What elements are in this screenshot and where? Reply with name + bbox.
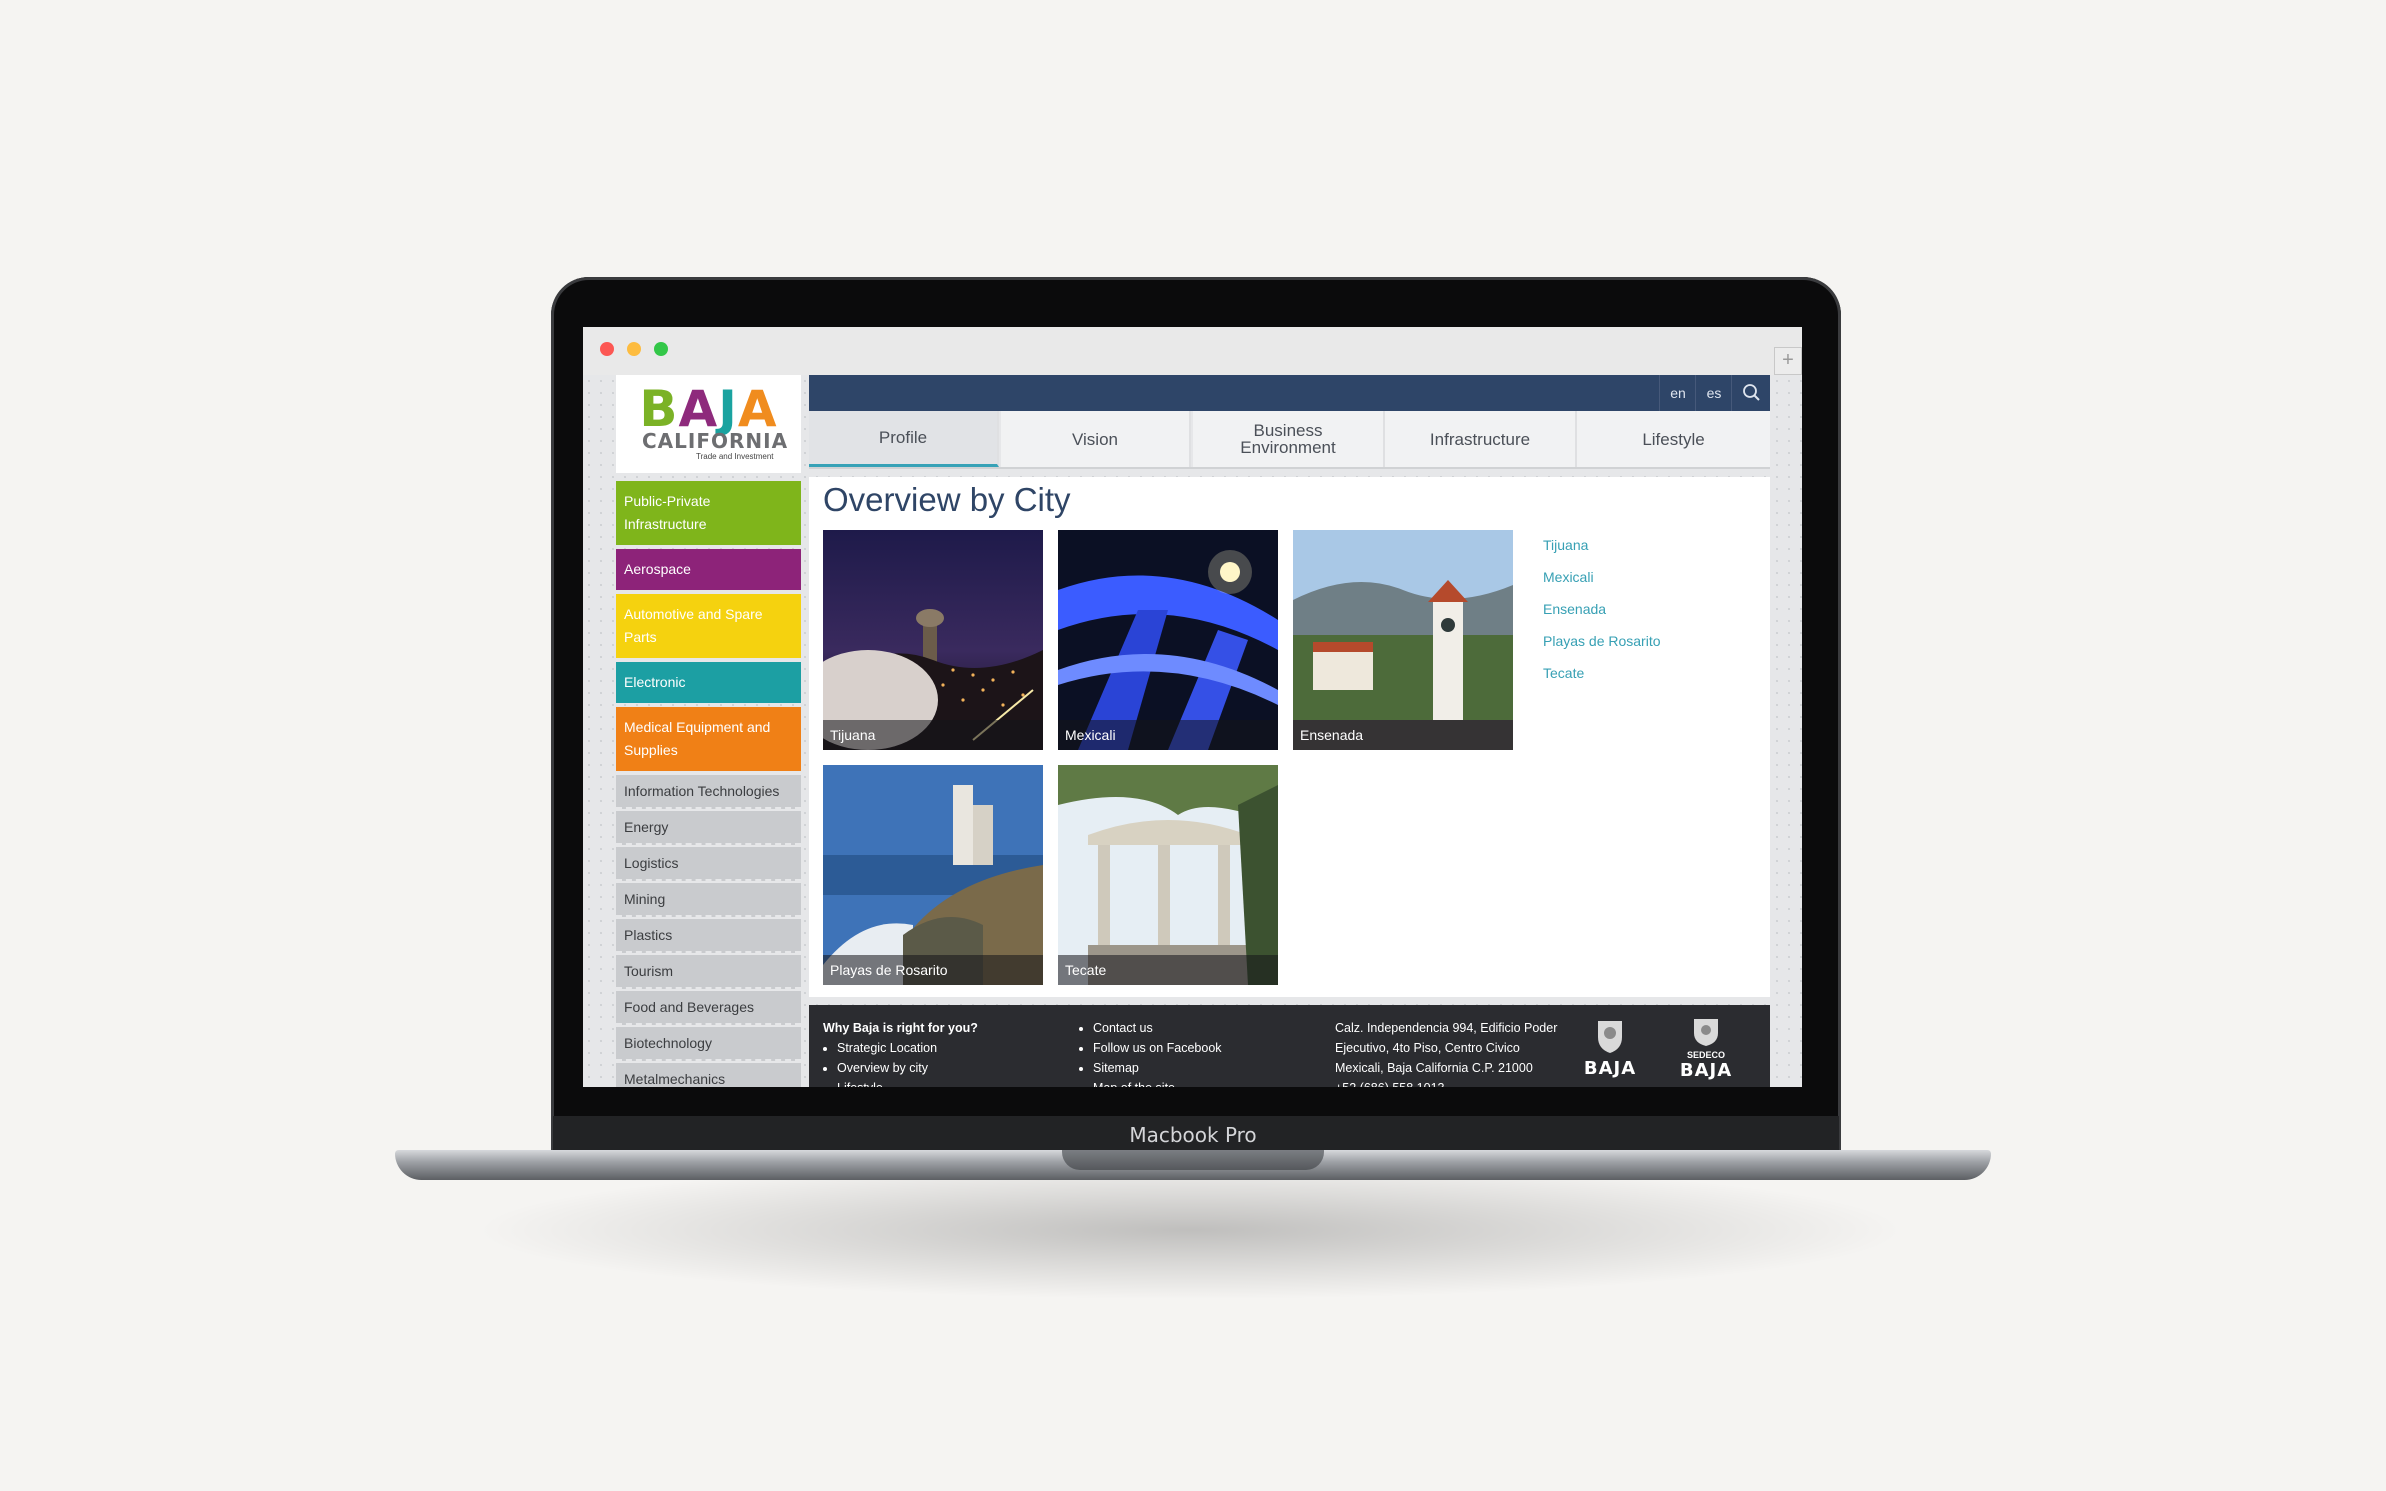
footer-address: Calz. Independencia 994, Edificio Poder … — [1335, 1018, 1575, 1087]
logo-tagline: Trade and Investment — [696, 452, 774, 461]
tijuana-photo — [823, 530, 1043, 750]
tile-caption: Tijuana — [823, 720, 1043, 750]
city-link-tecate[interactable]: Tecate — [1543, 657, 1661, 689]
city-link-ensenada[interactable]: Ensenada — [1543, 593, 1661, 625]
tab-lifestyle[interactable]: Lifestyle — [1577, 411, 1770, 467]
footer-why-baja: Why Baja is right for you? Strategic Loc… — [823, 1018, 978, 1087]
sector-sidebar: Public-Private Infrastructure Aerospace … — [616, 481, 801, 1087]
sedeco-emblem: SEDECO BAJA — [1671, 1017, 1741, 1081]
sidebar-item-information-technologies[interactable]: Information Technologies — [616, 775, 801, 809]
tile-caption: Tecate — [1058, 955, 1278, 985]
main-content: Overview by City Tijuana Mexicali Ensena… — [809, 477, 1770, 997]
logo-subtitle: CALIFORNIA — [642, 429, 789, 453]
search-button[interactable] — [1731, 375, 1771, 411]
emblem-word: BAJA — [1679, 1060, 1733, 1081]
sidebar-item-public-private-infrastructure[interactable]: Public-Private Infrastructure — [616, 481, 801, 545]
web-page: BAJA CALIFORNIA Trade and Investment Pub… — [583, 375, 1802, 1087]
city-tile-mexicali[interactable]: Mexicali — [1058, 530, 1278, 750]
coat-of-arms-icon — [1694, 1019, 1718, 1046]
baja-government-emblem: BAJA — [1575, 1017, 1645, 1079]
footer-link-overview-by-city[interactable]: Overview by city — [837, 1058, 978, 1078]
browser-screen: + BAJA CALIFORNIA Trade and Investment P… — [583, 327, 1802, 1087]
mexicali-photo — [1058, 530, 1278, 750]
tabs-divider — [809, 467, 1770, 469]
sidebar-item-biotechnology[interactable]: Biotechnology — [616, 1027, 801, 1061]
sidebar-item-automotive[interactable]: Automotive and Spare Parts — [616, 594, 801, 658]
footer-link-strategic-location[interactable]: Strategic Location — [837, 1038, 978, 1058]
city-link-mexicali[interactable]: Mexicali — [1543, 561, 1661, 593]
tab-business-environment[interactable]: Business Environment — [1193, 411, 1385, 467]
city-tile-ensenada[interactable]: Ensenada — [1293, 530, 1513, 750]
coat-of-arms-icon — [1598, 1021, 1622, 1053]
top-navigation-bar: en es — [809, 375, 1770, 411]
tile-caption: Playas de Rosarito — [823, 955, 1043, 985]
sidebar-item-electronic[interactable]: Electronic — [616, 662, 801, 703]
address-line: Ejecutivo, 4to Piso, Centro Civico — [1335, 1041, 1520, 1055]
sidebar-item-logistics[interactable]: Logistics — [616, 847, 801, 881]
tile-caption: Mexicali — [1058, 720, 1278, 750]
laptop-notch — [1062, 1150, 1324, 1170]
maximize-window-button[interactable] — [654, 342, 668, 356]
page-title: Overview by City — [823, 481, 1071, 518]
city-tile-tecate[interactable]: Tecate — [1058, 765, 1278, 985]
city-link-tijuana[interactable]: Tijuana — [1543, 529, 1661, 561]
footer-link-sitemap[interactable]: Sitemap — [1093, 1058, 1222, 1078]
footer-heading: Why Baja is right for you? — [823, 1021, 978, 1035]
city-link-playas-de-rosarito[interactable]: Playas de Rosarito — [1543, 625, 1661, 657]
emblem-subtitle: SEDECO — [1686, 1050, 1725, 1060]
sidebar-item-energy[interactable]: Energy — [616, 811, 801, 845]
emblem-word: BAJA — [1583, 1058, 1637, 1079]
sidebar-item-food-and-beverages[interactable]: Food and Beverages — [616, 991, 801, 1025]
footer-link-lifestyle[interactable]: Lifestyle — [837, 1078, 978, 1087]
tecate-photo — [1058, 765, 1278, 985]
laptop-shadow — [470, 1160, 1910, 1300]
city-tile-tijuana[interactable]: Tijuana — [823, 530, 1043, 750]
site-footer: Why Baja is right for you? Strategic Loc… — [809, 1005, 1770, 1087]
sidebar-item-aerospace[interactable]: Aerospace — [616, 549, 801, 590]
footer-link-facebook[interactable]: Follow us on Facebook — [1093, 1038, 1222, 1058]
window-titlebar: + — [583, 327, 1802, 375]
new-tab-button[interactable]: + — [1774, 347, 1802, 375]
sidebar-item-tourism[interactable]: Tourism — [616, 955, 801, 989]
tab-vision[interactable]: Vision — [1001, 411, 1191, 467]
address-line: +52 (686) 558 1013 — [1335, 1078, 1575, 1087]
site-logo[interactable]: BAJA CALIFORNIA Trade and Investment — [616, 375, 801, 473]
tab-profile[interactable]: Profile — [809, 411, 999, 467]
close-window-button[interactable] — [600, 342, 614, 356]
footer-link-contact-us[interactable]: Contact us — [1093, 1018, 1222, 1038]
model-label: Macbook Pro — [1129, 1123, 1257, 1147]
logo-wordmark: BAJA — [616, 383, 801, 435]
rosarito-photo — [823, 765, 1043, 985]
sidebar-item-metalmechanics[interactable]: Metalmechanics — [616, 1063, 801, 1087]
tile-caption: Ensenada — [1293, 720, 1513, 750]
tab-infrastructure[interactable]: Infrastructure — [1385, 411, 1577, 467]
city-tile-playas-de-rosarito[interactable]: Playas de Rosarito — [823, 765, 1043, 985]
sidebar-item-mining[interactable]: Mining — [616, 883, 801, 917]
footer-link-map[interactable]: Map of the site — [1093, 1078, 1222, 1087]
language-en-link[interactable]: en — [1659, 375, 1696, 411]
search-icon — [1743, 384, 1760, 401]
main-tabs: Profile Vision Business Environment Infr… — [809, 411, 1770, 469]
address-line: Calz. Independencia 994, Edificio Poder — [1335, 1021, 1558, 1035]
minimize-window-button[interactable] — [627, 342, 641, 356]
sidebar-item-medical-equipment[interactable]: Medical Equipment and Supplies — [616, 707, 801, 771]
sidebar-item-plastics[interactable]: Plastics — [616, 919, 801, 953]
address-line: Mexicali, Baja California C.P. 21000 — [1335, 1061, 1533, 1075]
footer-links: Contact us Follow us on Facebook Sitemap… — [1079, 1018, 1222, 1087]
ensenada-photo — [1293, 530, 1513, 750]
city-links-list: Tijuana Mexicali Ensenada Playas de Rosa… — [1543, 529, 1661, 689]
language-es-link[interactable]: es — [1695, 375, 1732, 411]
